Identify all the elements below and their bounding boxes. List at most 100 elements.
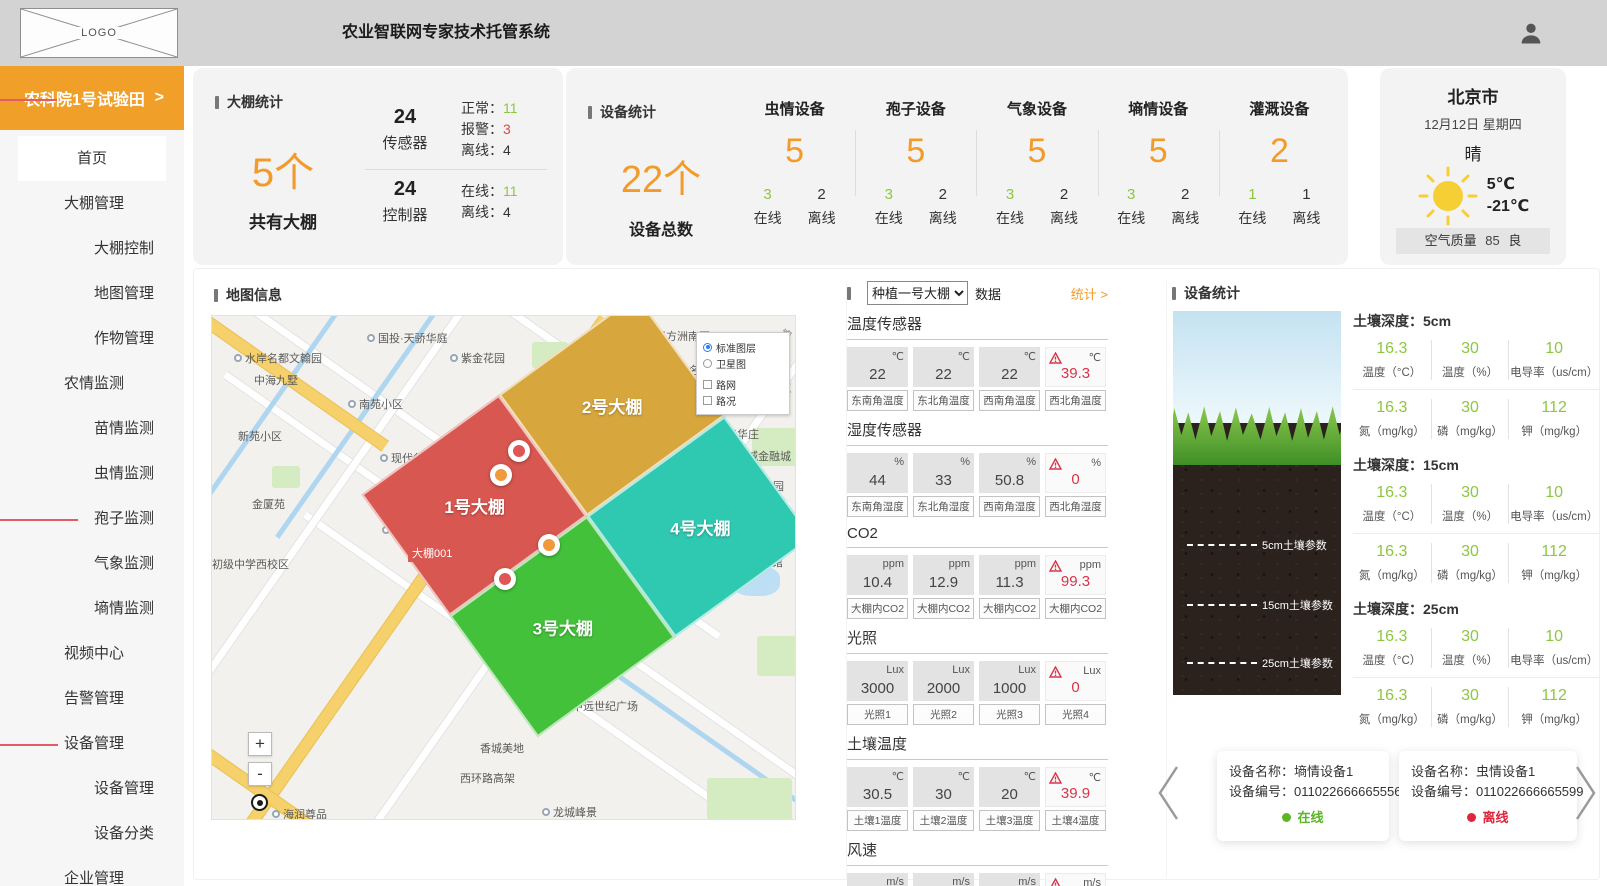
soil-label: 温度（%） — [1432, 508, 1509, 524]
map-zoom-control: + - — [248, 732, 272, 811]
sidebar-item-14[interactable]: 设备管理 — [0, 766, 184, 811]
device-carousel: 设备名称：墒情设备1设备编号：011022666665556在线设备名称：虫情设… — [1167, 749, 1599, 853]
online-count: 3在线 — [1117, 186, 1145, 228]
sidebar-item-1[interactable]: 大棚管理 — [0, 181, 184, 226]
category-status: 3在线2离线 — [734, 186, 855, 228]
sidebar-item-2[interactable]: 大棚控制 — [0, 226, 184, 271]
farm-selector[interactable]: 农科院1号试验田 > — [0, 66, 184, 130]
map-label: 南苑小区 — [348, 396, 403, 412]
sidebar-item-5[interactable]: 农情监测 — [0, 361, 184, 406]
device-category-0: 虫情设备53在线2离线 — [734, 98, 855, 228]
sensor-tile: ℃30土壤2温度 — [913, 767, 974, 831]
sidebar-item-7[interactable]: 虫情监测 — [0, 451, 184, 496]
sensor-value: 20 — [979, 786, 1040, 803]
map-label: 中海九墅 — [254, 372, 298, 388]
map-label: 国投·天骄华庭 — [367, 330, 448, 346]
marker-pin-icon[interactable] — [538, 534, 560, 556]
sky-image — [1173, 311, 1341, 423]
sensor-tile: Lux1000光照3 — [979, 661, 1040, 725]
marker-pin-icon[interactable] — [508, 440, 530, 462]
map[interactable]: 国投·天骄华庭钱江方洲南区水岸名都文翰园紫金花园中海九墅东进路文华名城大宇花苑南… — [211, 315, 796, 820]
stats-link[interactable]: 统计 > — [1071, 284, 1108, 303]
status-value: 11 — [503, 100, 518, 116]
greenhouse-stats-row: 24传感器正常：11报警：3离线：4 — [365, 90, 547, 169]
user-icon[interactable] — [1517, 19, 1545, 47]
device-stats-card: 设备统计 22个 设备总数 虫情设备53在线2离线孢子设备53在线2离线气象设备… — [566, 68, 1348, 265]
sidebar-item-6[interactable]: 苗情监测 — [0, 406, 184, 451]
sidebar-item-3[interactable]: 地图管理 — [0, 271, 184, 316]
sensor-label: 大棚内CO2 — [1045, 598, 1106, 619]
map-locate-icon[interactable] — [251, 794, 268, 811]
sensor-unit: ℃ — [958, 770, 970, 783]
sensor-tiles: Lux3000光照1Lux2000光照2Lux1000光照3Lux0光照4 — [847, 661, 1108, 725]
device-card-0[interactable]: 设备名称：墒情设备1设备编号：011022666665556在线 — [1217, 751, 1389, 841]
sensor-value: 30.5 — [847, 786, 908, 803]
sensor-value: 1000 — [979, 680, 1040, 697]
marker-pin-icon[interactable] — [494, 568, 516, 590]
soil-value: 112 — [1509, 399, 1599, 417]
sidebar-item-4[interactable]: 作物管理 — [0, 316, 184, 361]
soil-label: 钾（mg/kg） — [1509, 711, 1599, 727]
sidebar-item-15[interactable]: 设备分类 — [0, 811, 184, 856]
soil-data-cell: 30磷（mg/kg） — [1431, 543, 1509, 583]
online-value: 3 — [1117, 186, 1145, 203]
sensor-tile-value-box: Lux2000 — [913, 661, 974, 701]
layer-option-1[interactable]: 卫星图 — [703, 355, 783, 371]
map-layer-control: 标准图层卫星图路网路况 — [696, 332, 790, 415]
status-value: 4 — [503, 142, 511, 158]
sensor-tile-value-box: ℃22 — [913, 347, 974, 387]
radio-icon[interactable] — [703, 343, 712, 352]
sensor-tiles: %44东南角湿度%33东北角湿度%50.8西南角湿度%0西北角湿度 — [847, 453, 1108, 517]
map-pin-icon — [380, 454, 388, 462]
logo-text: LOGO — [76, 27, 122, 39]
sidebar-item-0[interactable]: 首页 — [18, 136, 166, 181]
sensor-unit: ℃ — [892, 770, 904, 783]
soil-depth-marker: 15cm土壤参数 — [1187, 597, 1333, 613]
carousel-prev-button[interactable] — [1153, 761, 1183, 825]
soil-data-row: 16.3氮（mg/kg）30磷（mg/kg）112钾（mg/kg） — [1353, 533, 1599, 583]
carousel-next-button[interactable] — [1571, 761, 1601, 825]
soil-data-cell: 16.3温度（°C） — [1353, 484, 1431, 524]
marker-pin-icon[interactable] — [490, 464, 512, 486]
sensor-unit: ppm — [883, 558, 904, 570]
soil-data-cell: 112钾（mg/kg） — [1508, 399, 1599, 439]
sensor-tile-value-box: m/s10.3 — [1045, 873, 1106, 886]
weather-city: 北京市 — [1380, 68, 1566, 108]
sidebar-item-9[interactable]: 气象监测 — [0, 541, 184, 586]
status-key: 离线： — [461, 142, 503, 158]
device-card-1[interactable]: 设备名称：虫情设备1设备编号：011022666665599离线 — [1399, 751, 1577, 841]
sensor-tile: ppm99.3大棚内CO2 — [1045, 555, 1106, 619]
greenhouse-stats-rows: 24传感器正常：11报警：3离线：424控制器在线：11离线：4 — [365, 90, 547, 233]
radio-icon[interactable] — [703, 359, 712, 368]
device-category-2: 气象设备53在线2离线 — [976, 98, 1097, 228]
divider — [847, 653, 1108, 654]
soil-value: 30 — [1432, 543, 1509, 561]
sensor-label: 大棚内CO2 — [847, 598, 908, 619]
greenhouse-select[interactable]: 种植一号大棚 — [867, 281, 968, 305]
status-line: 在线：11 — [461, 181, 518, 202]
sensor-unit: Lux — [886, 664, 904, 676]
sidebar-item-16[interactable]: 企业管理 — [0, 856, 184, 886]
sensor-tile-value-box: ppm11.3 — [979, 555, 1040, 595]
map-zoom-in-button[interactable]: + — [248, 732, 272, 756]
sidebar-menu: 首页大棚管理大棚控制地图管理作物管理农情监测苗情监测虫情监测孢子监测气象监测墒情… — [0, 136, 184, 886]
checkbox-icon[interactable] — [703, 396, 712, 405]
sensor-label: 西南角湿度 — [979, 496, 1040, 517]
device-code: 设备编号：011022666665556 — [1229, 782, 1377, 802]
layer-option-3[interactable]: 路况 — [703, 392, 783, 408]
map-zoom-out-button[interactable]: - — [248, 762, 272, 786]
soil-data-row: 16.3温度（°C）30温度（%）10电导率（us/cm） — [1353, 340, 1599, 380]
soil-depth-marker-label: 15cm土壤参数 — [1262, 597, 1333, 613]
layer-option-2[interactable]: 路网 — [703, 376, 783, 392]
map-park — [757, 636, 796, 676]
status-value: 11 — [503, 183, 518, 199]
offline-label: 离线 — [1171, 210, 1199, 226]
layer-option-0[interactable]: 标准图层 — [703, 339, 783, 355]
map-label-text: 南苑小区 — [359, 396, 403, 412]
sidebar-item-12[interactable]: 告警管理 — [0, 676, 184, 721]
offline-value: 2 — [808, 186, 836, 203]
checkbox-icon[interactable] — [703, 380, 712, 389]
sidebar-item-10[interactable]: 墒情监测 — [0, 586, 184, 631]
sensor-label: 大棚内CO2 — [979, 598, 1040, 619]
sidebar-item-11[interactable]: 视频中心 — [0, 631, 184, 676]
